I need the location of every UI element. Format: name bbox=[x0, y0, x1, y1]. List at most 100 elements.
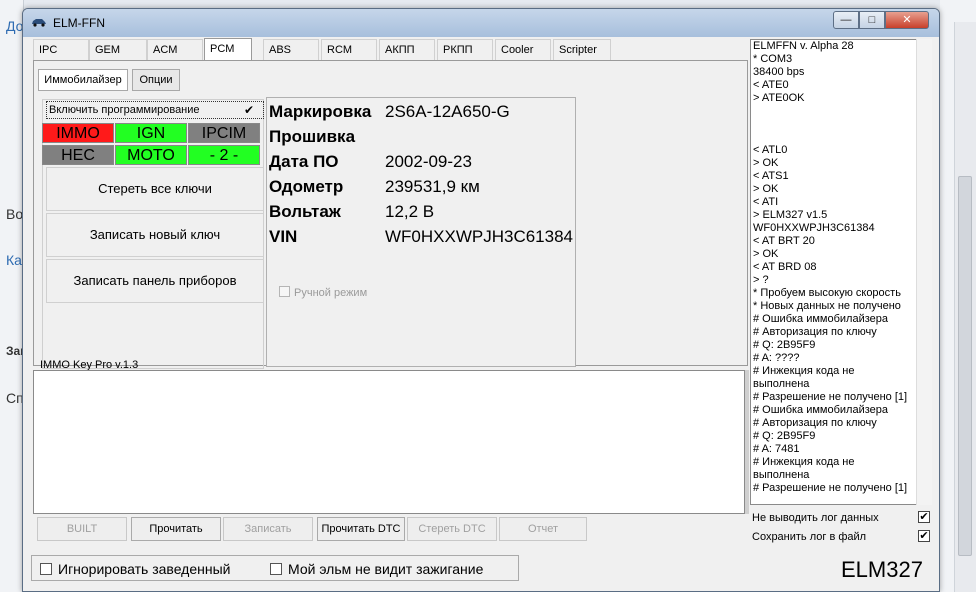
clear-dtc-button[interactable]: Стереть DTC bbox=[407, 517, 497, 541]
software-date-label: Дата ПО bbox=[269, 152, 339, 171]
adapter-model-label: ELM327 bbox=[841, 557, 923, 582]
close-button[interactable]: ✕ bbox=[885, 11, 929, 29]
ignore-running-checkbox[interactable]: Игнорировать заведенный bbox=[40, 561, 230, 577]
indicator-key-count: - 2 - bbox=[188, 145, 260, 165]
log-line: # Авторизация по ключу bbox=[753, 326, 877, 338]
log-line: выполнена bbox=[753, 469, 810, 481]
log-line: WF0HXXWPJH3C61384 bbox=[753, 222, 875, 234]
marking-value: 2S6A-12A650-G bbox=[385, 102, 510, 121]
subtab-immobilizer[interactable]: Иммобилайзер bbox=[38, 69, 128, 91]
write-new-key-button[interactable]: Записать новый ключ bbox=[46, 213, 264, 257]
no-log-option[interactable]: Не выводить лог данных ✔ bbox=[750, 509, 932, 527]
tab-rcm[interactable]: RCM bbox=[321, 39, 377, 61]
background-item: До bbox=[6, 18, 24, 34]
pcm-panel: Иммобилайзер Опции Включить программиров… bbox=[33, 60, 748, 371]
built-button[interactable]: BUILT bbox=[37, 517, 127, 541]
log-line: выполнена bbox=[753, 378, 810, 390]
write-button[interactable]: Записать bbox=[223, 517, 313, 541]
ecu-info-group: Маркировка 2S6A-12A650-G Прошивка Дата П… bbox=[266, 97, 576, 367]
background-left-panel: До Во Ка Зак Сп bbox=[0, 0, 26, 592]
indicator-ign: IGN bbox=[115, 123, 187, 143]
indicator-hec: HEC bbox=[42, 145, 114, 165]
odometer-value: 239531,9 км bbox=[385, 177, 480, 196]
background-item: Во bbox=[6, 206, 24, 222]
log-line: > ? bbox=[753, 274, 769, 286]
marking-label: Маркировка bbox=[269, 102, 372, 121]
log-line: < ATE0 bbox=[753, 79, 789, 91]
log-line: # Разрешение не получено [1] bbox=[753, 482, 908, 494]
car-icon bbox=[32, 19, 46, 27]
maximize-button[interactable]: □ bbox=[859, 11, 885, 29]
log-line: ELMFFN v. Alpha 28 bbox=[753, 40, 854, 52]
tab-rkpp[interactable]: РКПП bbox=[437, 39, 493, 61]
log-line: > OK bbox=[753, 183, 779, 195]
tab-acm[interactable]: ACM bbox=[147, 39, 203, 61]
log-line: > ATE0OK bbox=[753, 92, 805, 104]
no-ignition-label: Мой эльм не видит зажигание bbox=[288, 561, 484, 577]
voltage-value: 12,2 В bbox=[385, 202, 435, 221]
log-line: > OK bbox=[753, 248, 779, 260]
tab-gem[interactable]: GEM bbox=[89, 39, 147, 61]
read-button[interactable]: Прочитать bbox=[131, 517, 221, 541]
background-scrollbar-thumb bbox=[958, 176, 972, 556]
log-line: < AT BRT 20 bbox=[753, 235, 815, 247]
log-line: # Q: 2B95F9 bbox=[753, 339, 816, 351]
log-line: # A: 7481 bbox=[753, 443, 800, 455]
output-area[interactable] bbox=[33, 370, 745, 514]
log-line: # Инжекция кода не bbox=[753, 365, 855, 377]
log-line: # Ошибка иммобилайзера bbox=[753, 404, 889, 416]
save-log-label: Сохранить лог в файл bbox=[752, 531, 867, 543]
manual-mode-checkbox[interactable]: Ручной режим bbox=[279, 286, 367, 299]
output-scrollbar[interactable] bbox=[745, 370, 749, 514]
log-scrollbar[interactable] bbox=[916, 39, 932, 505]
report-button[interactable]: Отчет bbox=[499, 517, 587, 541]
erase-all-keys-button[interactable]: Стереть все ключи bbox=[46, 167, 264, 211]
minimize-button[interactable]: — bbox=[833, 11, 859, 29]
bottom-options-bar: Игнорировать заведенный Мой эльм не види… bbox=[31, 555, 519, 581]
log-line: # A: ???? bbox=[753, 352, 800, 364]
manual-mode-box[interactable] bbox=[279, 286, 290, 297]
enable-programming-check[interactable]: ✔ bbox=[244, 103, 254, 117]
background-item: Ка bbox=[6, 252, 22, 268]
log-line: < AT BRD 08 bbox=[753, 261, 817, 273]
ignore-running-label: Игнорировать заведенный bbox=[58, 561, 231, 577]
no-ignition-box[interactable] bbox=[270, 563, 282, 575]
tab-akpp[interactable]: АКПП bbox=[379, 39, 435, 61]
voltage-label: Вольтаж bbox=[269, 202, 341, 221]
title-bar[interactable]: ELM-FFN — □ ✕ bbox=[23, 9, 939, 37]
subtab-options[interactable]: Опции bbox=[132, 69, 180, 91]
tab-pcm[interactable]: PCM bbox=[204, 38, 252, 61]
enable-programming-checkbox-label[interactable]: Включить программирование bbox=[46, 101, 264, 119]
log-line: # Разрешение не получено [1] bbox=[753, 391, 908, 403]
tab-ipc[interactable]: IPC bbox=[33, 39, 89, 61]
no-log-label: Не выводить лог данных bbox=[752, 512, 879, 524]
no-log-checkbox[interactable]: ✔ bbox=[918, 511, 930, 523]
log-line: # Инжекция кода не bbox=[753, 456, 855, 468]
vin-value: WF0HXXWPJH3C61384 bbox=[385, 227, 574, 246]
software-date-value: 2002-09-23 bbox=[385, 152, 472, 171]
save-log-checkbox[interactable]: ✔ bbox=[918, 530, 930, 542]
log-line: < ATI bbox=[753, 196, 779, 208]
log-line: * COM3 bbox=[753, 53, 793, 65]
log-line: < ATL0 bbox=[753, 144, 788, 156]
vin-label: VIN bbox=[269, 227, 298, 246]
log-line: 38400 bps bbox=[753, 66, 805, 78]
log-line: # Q: 2B95F9 bbox=[753, 430, 816, 442]
tab-cooler[interactable]: Cooler bbox=[495, 39, 551, 61]
log-line: > OK bbox=[753, 157, 779, 169]
tab-scripter[interactable]: Scripter bbox=[553, 39, 611, 61]
log-panel[interactable]: ELMFFN v. Alpha 28 * COM3 38400 bps < ATE0 >… bbox=[750, 39, 932, 505]
log-lines: ELMFFN v. Alpha 28 * COM3 38400 bps < ATE0 >… bbox=[751, 40, 931, 495]
tab-abs[interactable]: ABS bbox=[263, 39, 319, 61]
read-dtc-button[interactable]: Прочитать DTC bbox=[317, 517, 405, 541]
window-title: ELM-FFN bbox=[53, 16, 105, 30]
ignore-running-box[interactable] bbox=[40, 563, 52, 575]
write-instrument-panel-button[interactable]: Записать панель приборов bbox=[46, 259, 264, 303]
indicator-moto: MOTO bbox=[115, 145, 187, 165]
app-window: ELM-FFN — □ ✕ IPC GEM ACM PCM ABS RCM АК… bbox=[22, 8, 940, 592]
no-ignition-checkbox[interactable]: Мой эльм не видит зажигание bbox=[270, 561, 483, 577]
save-log-option[interactable]: Сохранить лог в файл ✔ bbox=[750, 528, 932, 546]
